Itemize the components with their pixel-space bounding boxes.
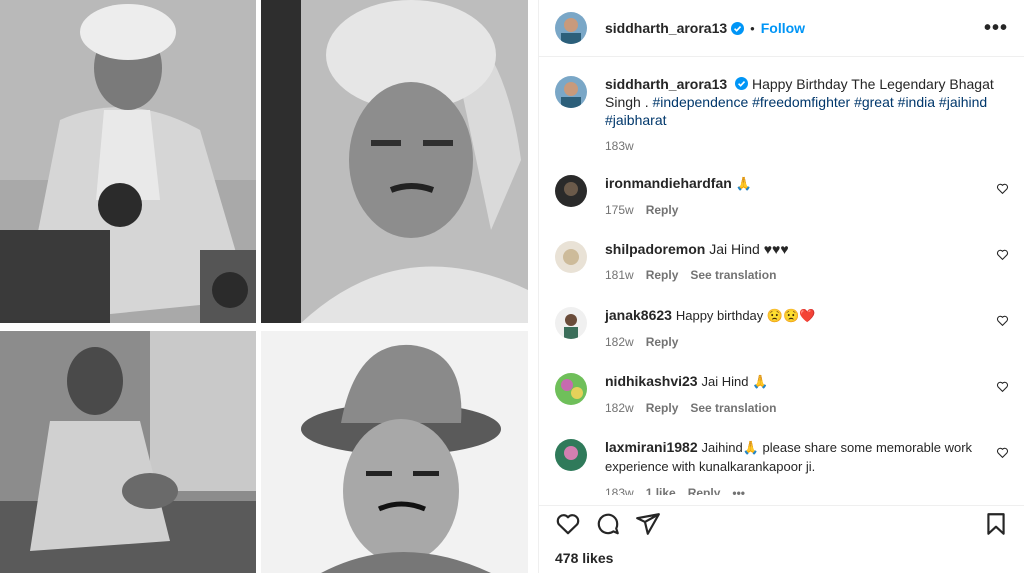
comment-timestamp[interactable]: 175w — [605, 201, 634, 219]
post-detail-panel: siddharth_arora13 • Follow ••• siddharth… — [538, 0, 1024, 573]
paper-plane-icon[interactable] — [635, 511, 661, 537]
comment-item: shilpadoremon Jai Hind ♥♥♥ 181w Reply Se… — [555, 240, 1024, 284]
comment-username[interactable]: janak8623 — [605, 307, 672, 323]
commenter-avatar[interactable] — [555, 175, 587, 207]
comment-item: janak8623 Happy birthday 😟😟❤️ 182w Reply — [555, 306, 1024, 351]
author-avatar[interactable] — [555, 12, 587, 44]
photo-turban-portrait — [261, 0, 528, 323]
comment-like-count[interactable]: 1 like — [646, 484, 676, 495]
comments-list[interactable]: siddharth_arora13 Happy Birthday The Leg… — [539, 58, 1024, 495]
comment-text: Happy birthday 😟😟❤️ — [675, 308, 816, 323]
commenter-avatar[interactable] — [555, 439, 587, 471]
comment-text: Jai Hind 🙏 — [701, 374, 769, 389]
caption-entry: siddharth_arora13 Happy Birthday The Leg… — [555, 75, 1024, 155]
comment-timestamp[interactable]: 183w — [605, 484, 634, 495]
reply-button[interactable]: Reply — [646, 266, 679, 284]
comment-username[interactable]: shilpadoremon — [605, 241, 705, 257]
action-bar — [539, 505, 1024, 541]
reply-button[interactable]: Reply — [646, 399, 679, 417]
verified-badge-icon — [735, 77, 749, 90]
follow-button[interactable]: Follow — [761, 20, 805, 36]
comment-username[interactable]: ironmandiehardfan — [605, 175, 732, 191]
comment-text: 🙏 — [735, 176, 752, 191]
photo-young-boy-turban — [0, 0, 256, 323]
reply-button[interactable]: Reply — [646, 333, 679, 351]
comment-timestamp[interactable]: 182w — [605, 333, 634, 351]
commenter-avatar[interactable] — [555, 373, 587, 405]
comment-more-options-icon[interactable]: ••• — [732, 484, 745, 495]
comment-item: nidhikashvi23 Jai Hind 🙏 182w Reply See … — [555, 372, 1024, 417]
small-heart-icon[interactable] — [996, 446, 1009, 459]
see-translation-button[interactable]: See translation — [690, 266, 776, 284]
reply-button[interactable]: Reply — [646, 201, 679, 219]
reply-button[interactable]: Reply — [688, 484, 721, 495]
verified-badge-icon — [731, 21, 745, 35]
comment-item: laxmirani1982 Jaihind🙏 please share some… — [555, 438, 1024, 495]
more-options-icon[interactable]: ••• — [984, 17, 1008, 40]
author-avatar[interactable] — [555, 76, 587, 108]
post-media-collage[interactable] — [0, 0, 538, 573]
likes-count[interactable]: 478 likes — [555, 550, 613, 566]
heart-icon[interactable] — [555, 511, 581, 537]
caption-timestamp[interactable]: 183w — [605, 137, 634, 155]
commenter-avatar[interactable] — [555, 241, 587, 273]
author-username[interactable]: siddharth_arora13 — [605, 20, 727, 36]
comment-text: Jai Hind ♥♥♥ — [709, 241, 789, 257]
small-heart-icon[interactable] — [996, 182, 1009, 195]
comment-username[interactable]: laxmirani1982 — [605, 439, 698, 455]
photo-seated-man — [0, 331, 256, 573]
small-heart-icon[interactable] — [996, 380, 1009, 393]
comment-timestamp[interactable]: 181w — [605, 266, 634, 284]
comment-bubble-icon[interactable] — [595, 511, 621, 537]
commenter-avatar[interactable] — [555, 307, 587, 339]
comment-timestamp[interactable]: 182w — [605, 399, 634, 417]
small-heart-icon[interactable] — [996, 314, 1009, 327]
small-heart-icon[interactable] — [996, 248, 1009, 261]
bookmark-icon[interactable] — [983, 511, 1009, 537]
comment-username[interactable]: nidhikashvi23 — [605, 373, 698, 389]
post-header: siddharth_arora13 • Follow ••• — [539, 0, 1024, 57]
photo-hat-portrait — [261, 331, 528, 573]
comment-item: ironmandiehardfan 🙏 175w Reply — [555, 174, 1024, 219]
caption-hashtags[interactable]: #independence #freedomfighter #great #in… — [605, 94, 987, 128]
see-translation-button[interactable]: See translation — [690, 399, 776, 417]
caption-username[interactable]: siddharth_arora13 — [605, 76, 727, 92]
separator-dot: • — [750, 20, 755, 36]
